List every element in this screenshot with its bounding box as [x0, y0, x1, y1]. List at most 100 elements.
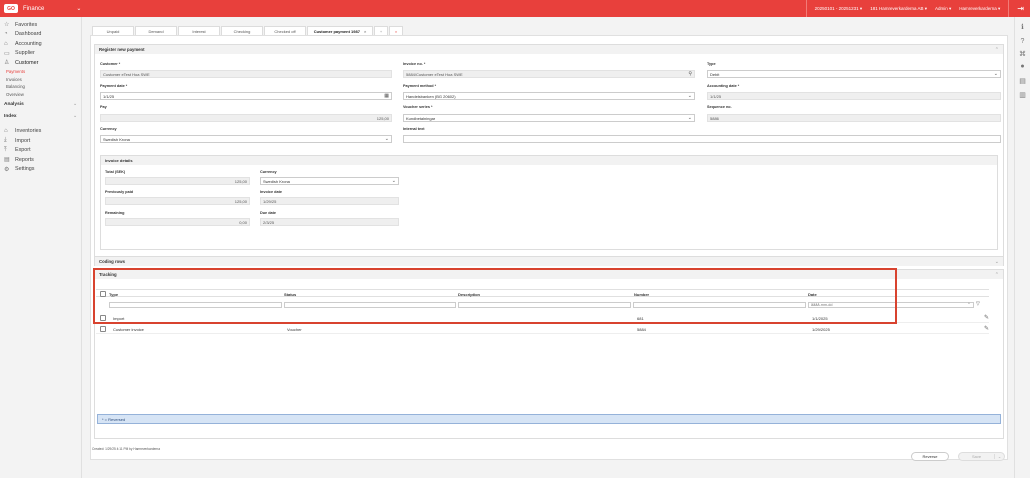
- sidebar-item-settings[interactable]: ⚙ Settings: [0, 165, 81, 175]
- panel-header[interactable]: Register new payment ⌃: [95, 45, 1003, 54]
- sidebar-item-dashboard[interactable]: ◔ Dashboard: [0, 30, 81, 40]
- due-date-field: 2/3/25: [260, 218, 399, 226]
- chat-icon[interactable]: ●: [1018, 62, 1027, 71]
- inventory-icon: ⌂: [4, 128, 8, 135]
- invoice-details-panel: Invoice details Total (SEK) 125,00 Curre…: [100, 155, 998, 250]
- voucher-series-label: Voucher series *: [403, 105, 433, 109]
- edit-icon[interactable]: ✎: [984, 314, 989, 321]
- calendar-icon[interactable]: ▦: [384, 93, 389, 99]
- invoice-date-label: Invoice date: [260, 190, 282, 194]
- sidebar-subitem-overview[interactable]: Overview: [0, 91, 81, 99]
- currency-label: Currency: [100, 127, 117, 131]
- top-bar: GO Finance ⌄ 20250101 - 20251231 ▾ 181 H…: [0, 0, 1030, 17]
- info-icon[interactable]: ℹ: [1018, 23, 1027, 32]
- total-field: 125,00: [105, 177, 250, 185]
- remaining-field: 0,00: [105, 218, 250, 226]
- invoice-currency-select[interactable]: Swedish Krona ⌄: [260, 177, 399, 185]
- previously-paid-field: 125,00: [105, 197, 250, 205]
- invoice-currency-label: Currency: [260, 170, 277, 174]
- tab-interest[interactable]: Interest: [178, 26, 220, 35]
- sidebar-item-customer[interactable]: ♙ Customer: [0, 58, 81, 68]
- sidebar-item-inventories[interactable]: ⌂ Inventories: [0, 127, 81, 137]
- reverse-button[interactable]: Reverse: [911, 452, 949, 461]
- row-checkbox[interactable]: [100, 326, 106, 332]
- close-all-tabs-button[interactable]: ×: [389, 26, 403, 35]
- export-icon: ⤒: [4, 146, 7, 153]
- previously-paid-label: Previously paid: [105, 190, 134, 194]
- sidebar-item-reports[interactable]: ▤ Reports: [0, 155, 81, 165]
- currency-select[interactable]: Swedish Krona ⌄: [100, 135, 392, 143]
- payment-date-label: Payment date *: [100, 84, 128, 88]
- tab-demand[interactable]: Demand: [135, 26, 177, 35]
- coding-rows-panel: Coding rows ⌄: [94, 256, 1004, 266]
- chevron-up-icon[interactable]: ⌃: [995, 272, 999, 278]
- help-icon[interactable]: ?: [1018, 37, 1027, 46]
- app-logo[interactable]: GO: [4, 4, 18, 13]
- close-icon[interactable]: ×: [364, 29, 366, 34]
- customer-label: Customer *: [100, 62, 121, 66]
- dashboard-icon: ◔: [4, 31, 8, 38]
- user-menu[interactable]: Admin ▾: [935, 6, 951, 12]
- notes-icon[interactable]: ▥: [1018, 91, 1027, 100]
- sidebar-subitem-invoices[interactable]: Invoices: [0, 75, 81, 83]
- due-date-label: Due date: [260, 211, 277, 215]
- gear-icon: ⚙: [4, 166, 10, 173]
- sidebar-item-accounting[interactable]: ⌂ Accounting: [0, 39, 81, 49]
- sequence-no-field: 5886: [707, 114, 1001, 122]
- period-selector[interactable]: 20250101 - 20251231 ▾: [815, 6, 863, 12]
- search-icon[interactable]: ⚲: [688, 71, 692, 77]
- type-label: Type: [707, 62, 716, 66]
- filter-icon[interactable]: ▽: [976, 301, 980, 307]
- chevron-down-icon[interactable]: ⌄: [76, 5, 81, 12]
- calendar-icon[interactable]: ▫: [968, 301, 970, 307]
- invoice-no-field[interactable]: 5884/Customer eTest Hoa SWE ⚲: [403, 70, 695, 78]
- chevron-down-icon[interactable]: ⌄: [995, 259, 999, 265]
- chevron-down-icon[interactable]: ⌄: [994, 454, 1004, 459]
- sidebar-item-export[interactable]: ⤒ Export: [0, 146, 81, 156]
- app-name[interactable]: Finance: [23, 6, 44, 12]
- sidebar-group-index[interactable]: Index ⌄: [0, 111, 81, 123]
- invoice-details-header: Invoice details: [101, 156, 997, 165]
- invoice-no-label: Invoice no. *: [403, 62, 426, 66]
- row-number: 5884: [637, 327, 646, 332]
- tab-customer-payment[interactable]: Customer payment 1987 ×: [307, 26, 373, 35]
- sidebar-group-analysis[interactable]: Analysis ⌄: [0, 99, 81, 111]
- document-icon[interactable]: ▤: [1018, 77, 1027, 86]
- sidebar-item-supplier[interactable]: ▭ Supplier: [0, 49, 81, 59]
- tab-unpaid[interactable]: Unpaid: [92, 26, 134, 35]
- type-select[interactable]: Debit ⌄: [707, 70, 1001, 78]
- tab-checking[interactable]: Checking: [221, 26, 263, 35]
- academy-icon[interactable]: ⌘: [1018, 50, 1027, 59]
- role-menu[interactable]: Hamreverkarderna ▾: [959, 6, 1000, 12]
- sidebar-subitem-payments[interactable]: Payments: [0, 68, 81, 76]
- save-button[interactable]: Save ⌄: [958, 452, 1005, 461]
- tab-checked-off[interactable]: Checked off: [264, 26, 306, 35]
- coding-rows-header[interactable]: Coding rows ⌄: [95, 257, 1003, 266]
- payment-method-select[interactable]: Handelsbanken (BG 20602) ⌄: [403, 92, 695, 100]
- printer-icon: ▤: [4, 157, 10, 164]
- payment-date-field[interactable]: 1/1/25 ▦: [100, 92, 392, 100]
- pay-label: Pay: [100, 105, 107, 109]
- chevron-down-icon: ⌄: [391, 178, 396, 184]
- sidebar-subitem-balancing[interactable]: Balancing: [0, 83, 81, 91]
- company-selector[interactable]: 181 Hamreverkarderna AB ▾: [870, 6, 927, 12]
- edit-icon[interactable]: ✎: [984, 325, 989, 332]
- chevron-down-icon: ⌄: [687, 93, 692, 99]
- remaining-label: Remaining: [105, 211, 125, 215]
- pay-field[interactable]: 125,00: [100, 114, 392, 122]
- add-tab-button[interactable]: +: [374, 26, 388, 35]
- table-row[interactable]: Customer invoice Voucher 5884 1/29/2025 …: [96, 324, 989, 334]
- chevron-up-icon[interactable]: ⌃: [995, 47, 999, 53]
- logout-icon[interactable]: ⇥: [1017, 4, 1024, 13]
- invoice-date-field: 1/29/25: [260, 197, 399, 205]
- bank-icon: ⌂: [4, 40, 8, 47]
- import-icon: ⤓: [4, 137, 7, 144]
- highlight-box: [93, 268, 897, 324]
- sidebar-item-favorites[interactable]: ☆ Favorites: [0, 20, 81, 30]
- sidebar-item-import[interactable]: ⤓ Import: [0, 136, 81, 146]
- internal-text-label: Internal text: [403, 127, 425, 131]
- voucher-series-select[interactable]: Kundbetalningar ⌄: [403, 114, 695, 122]
- internal-text-field[interactable]: [403, 135, 1001, 143]
- chevron-down-icon: ⌄: [384, 136, 389, 142]
- payment-method-label: Payment method *: [403, 84, 437, 88]
